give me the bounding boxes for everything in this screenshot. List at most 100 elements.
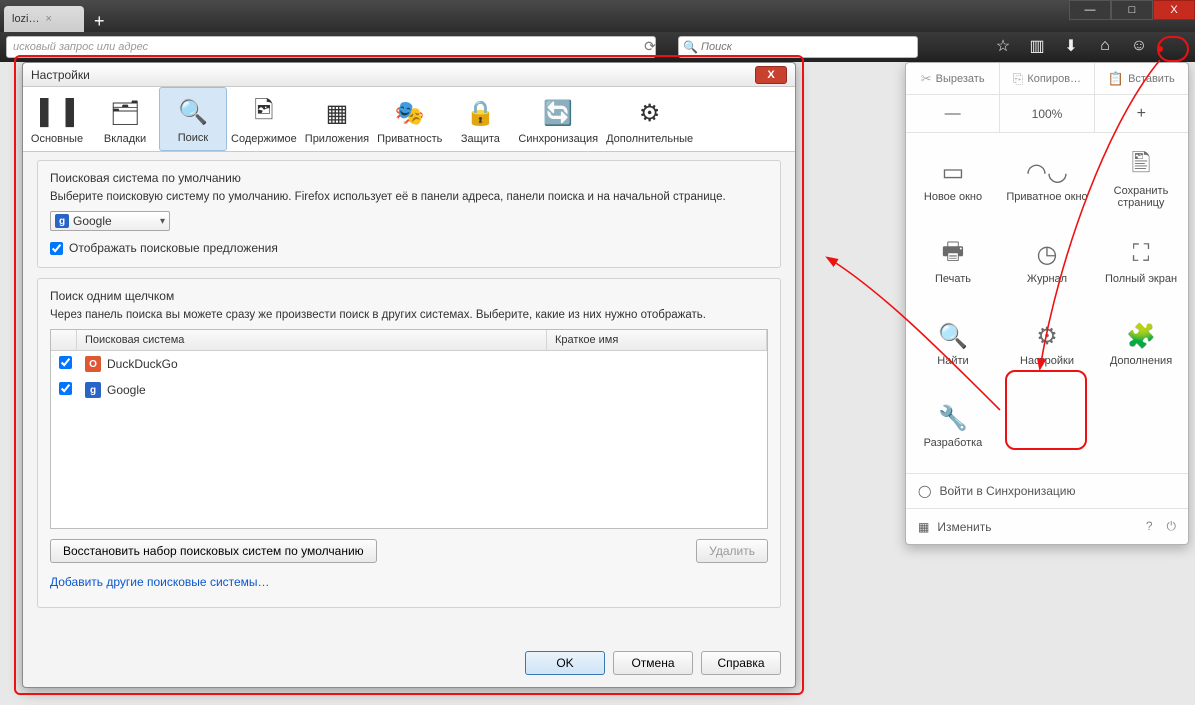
- privacy-icon: 🎭: [395, 97, 425, 129]
- settings-tab-sync[interactable]: 🔄 Синхронизация: [514, 87, 602, 151]
- menu-item-label: Разработка: [924, 437, 983, 449]
- zoom-out-button[interactable]: —: [906, 95, 1000, 132]
- engine-buttons-row: Восстановить набор поисковых систем по у…: [50, 539, 768, 563]
- tab-label: Приложения: [305, 133, 369, 145]
- col-engine-name: Поисковая система: [77, 330, 547, 350]
- hamburger-menu-button[interactable]: [1163, 36, 1185, 58]
- engine-checkbox[interactable]: [59, 382, 72, 395]
- menu-item-label: Сохранить страницу: [1098, 185, 1184, 209]
- settings-tab-privacy[interactable]: 🎭 Приватность: [373, 87, 446, 151]
- paste-icon: 📋: [1108, 71, 1124, 87]
- clock-icon: ◷: [1037, 239, 1058, 269]
- paste-button[interactable]: 📋Вставить: [1095, 63, 1188, 94]
- engine-table-header: Поисковая система Краткое имя: [51, 330, 767, 351]
- default-engine-select[interactable]: g Google ▾: [50, 211, 170, 231]
- settings-tab-tabs[interactable]: 🗂Вкладки: [91, 87, 159, 151]
- suggestions-checkbox[interactable]: [50, 242, 63, 255]
- tab-label: Приватность: [377, 133, 442, 145]
- smiley-icon[interactable]: ☺: [1129, 36, 1149, 56]
- engine-row[interactable]: gGoogle: [51, 377, 767, 403]
- tab-label: Содержимое: [231, 133, 297, 145]
- settings-tab-apps[interactable]: ▦ Приложения: [301, 87, 373, 151]
- help-icon[interactable]: ?: [1146, 519, 1153, 534]
- engine-shortname: [547, 362, 767, 366]
- settings-tab-lock[interactable]: 🔒Защита: [446, 87, 514, 151]
- menu-item-printer[interactable]: 🖶Печать: [906, 221, 1000, 303]
- engine-table: Поисковая система Краткое имя O DuckDuckG…: [50, 329, 768, 529]
- dialog-close-button[interactable]: X: [755, 66, 787, 84]
- copy-label: Копиров…: [1027, 73, 1081, 85]
- menu-item-label: Журнал: [1027, 273, 1067, 285]
- ok-button[interactable]: OK: [525, 651, 605, 675]
- menu-item-puzzle[interactable]: 🧩Дополнения: [1094, 303, 1188, 385]
- settings-tab-magnifier[interactable]: 🔍Поиск: [159, 87, 227, 151]
- apps-icon: ▦: [326, 97, 349, 129]
- menu-item-label: Найти: [937, 355, 968, 367]
- menu-item-search[interactable]: 🔍 Найти: [906, 303, 1000, 385]
- menu-item-gear[interactable]: ⚙Настройки: [1000, 303, 1094, 385]
- printer-icon: 🖶: [942, 239, 965, 269]
- window-minimize[interactable]: —: [1069, 0, 1111, 20]
- add-engines-link[interactable]: Добавить другие поисковые системы…: [50, 575, 270, 589]
- settings-tab-switch[interactable]: ▌▐Основные: [23, 87, 91, 151]
- tab-label: Поиск: [178, 132, 208, 144]
- home-icon[interactable]: ⌂: [1095, 36, 1115, 56]
- url-input[interactable]: [6, 36, 656, 58]
- menu-item-label: Полный экран: [1105, 273, 1177, 285]
- menu-item-clock[interactable]: ◷ Журнал: [1000, 221, 1094, 303]
- menu-item-wrench[interactable]: 🔧 Разработка: [906, 385, 1000, 467]
- selected-engine-label: Google: [73, 214, 112, 228]
- downloads-icon[interactable]: ⬇: [1061, 36, 1081, 56]
- help-button[interactable]: Справка: [701, 651, 781, 675]
- sync-label: Войти в Синхронизацию: [939, 484, 1075, 498]
- cut-label: Вырезать: [936, 73, 985, 85]
- power-icon[interactable]: ⏻: [1167, 519, 1177, 534]
- reload-icon[interactable]: ⟳: [640, 38, 660, 55]
- mask-icon: ◠◡: [1026, 157, 1068, 187]
- zoom-row: — 100% +: [906, 95, 1188, 133]
- suggestions-checkbox-row[interactable]: Отображать поисковые предложения: [50, 241, 768, 255]
- sync-signin-row[interactable]: ◯ Войти в Синхронизацию: [906, 473, 1188, 508]
- menu-item-fullscreen[interactable]: ⛶Полный экран: [1094, 221, 1188, 303]
- engine-name: DuckDuckGo: [107, 357, 178, 371]
- tab-strip: lozi… × +: [0, 0, 1195, 32]
- search-icon: 🔍: [938, 321, 968, 351]
- search-input[interactable]: [678, 36, 918, 58]
- tab-label: Синхронизация: [518, 133, 598, 145]
- ddg-favicon: O: [85, 356, 101, 372]
- wrench-icon: 🔧: [938, 403, 968, 433]
- advanced-gear-icon: ⚙: [639, 97, 661, 129]
- settings-tab-advanced-gear[interactable]: ⚙ Дополнительные: [602, 87, 697, 151]
- menu-item-mask[interactable]: ◠◡Приватное окно: [1000, 139, 1094, 221]
- settings-tab-content[interactable]: 🖻Содержимое: [227, 87, 301, 151]
- tab-close-icon[interactable]: ×: [46, 13, 52, 25]
- col-check: [51, 330, 77, 350]
- sync-icon: 🔄: [543, 97, 573, 129]
- bookmark-star-icon[interactable]: ☆: [993, 36, 1013, 56]
- edit-row: ✂Вырезать ⎘ Копиров… 📋Вставить: [906, 63, 1188, 95]
- zoom-level[interactable]: 100%: [1000, 95, 1094, 132]
- engine-checkbox[interactable]: [59, 356, 72, 369]
- bookmarks-list-icon[interactable]: ▥: [1027, 36, 1047, 56]
- copy-button[interactable]: ⎘ Копиров…: [1000, 63, 1094, 94]
- restore-defaults-button[interactable]: Восстановить набор поисковых систем по у…: [50, 539, 377, 563]
- group-heading: Поисковая система по умолчанию: [50, 171, 768, 185]
- tab-label: Дополнительные: [606, 133, 693, 145]
- window-maximize[interactable]: □: [1111, 0, 1153, 20]
- google-favicon: g: [55, 214, 69, 228]
- engine-row[interactable]: O DuckDuckGo: [51, 351, 767, 377]
- copy-icon: ⎘: [1013, 71, 1023, 87]
- customize-row[interactable]: ▦ Изменить ? ⏻: [906, 508, 1188, 544]
- plus-box-icon: ▦: [918, 520, 929, 534]
- nav-bar: ⟳ 🔍 ☆ ▥ ⬇ ⌂ ☺: [0, 32, 1195, 62]
- window-icon: ▭: [942, 157, 965, 187]
- zoom-in-button[interactable]: +: [1095, 95, 1188, 132]
- cut-button[interactable]: ✂Вырезать: [906, 63, 1000, 94]
- new-tab-button[interactable]: +: [86, 11, 113, 32]
- menu-item-page[interactable]: 🖺Сохранить страницу: [1094, 139, 1188, 221]
- cancel-button[interactable]: Отмена: [613, 651, 693, 675]
- delete-engine-button[interactable]: Удалить: [696, 539, 768, 563]
- browser-tab[interactable]: lozi… ×: [4, 6, 84, 32]
- window-close[interactable]: X: [1153, 0, 1195, 20]
- menu-item-window[interactable]: ▭Новое окно: [906, 139, 1000, 221]
